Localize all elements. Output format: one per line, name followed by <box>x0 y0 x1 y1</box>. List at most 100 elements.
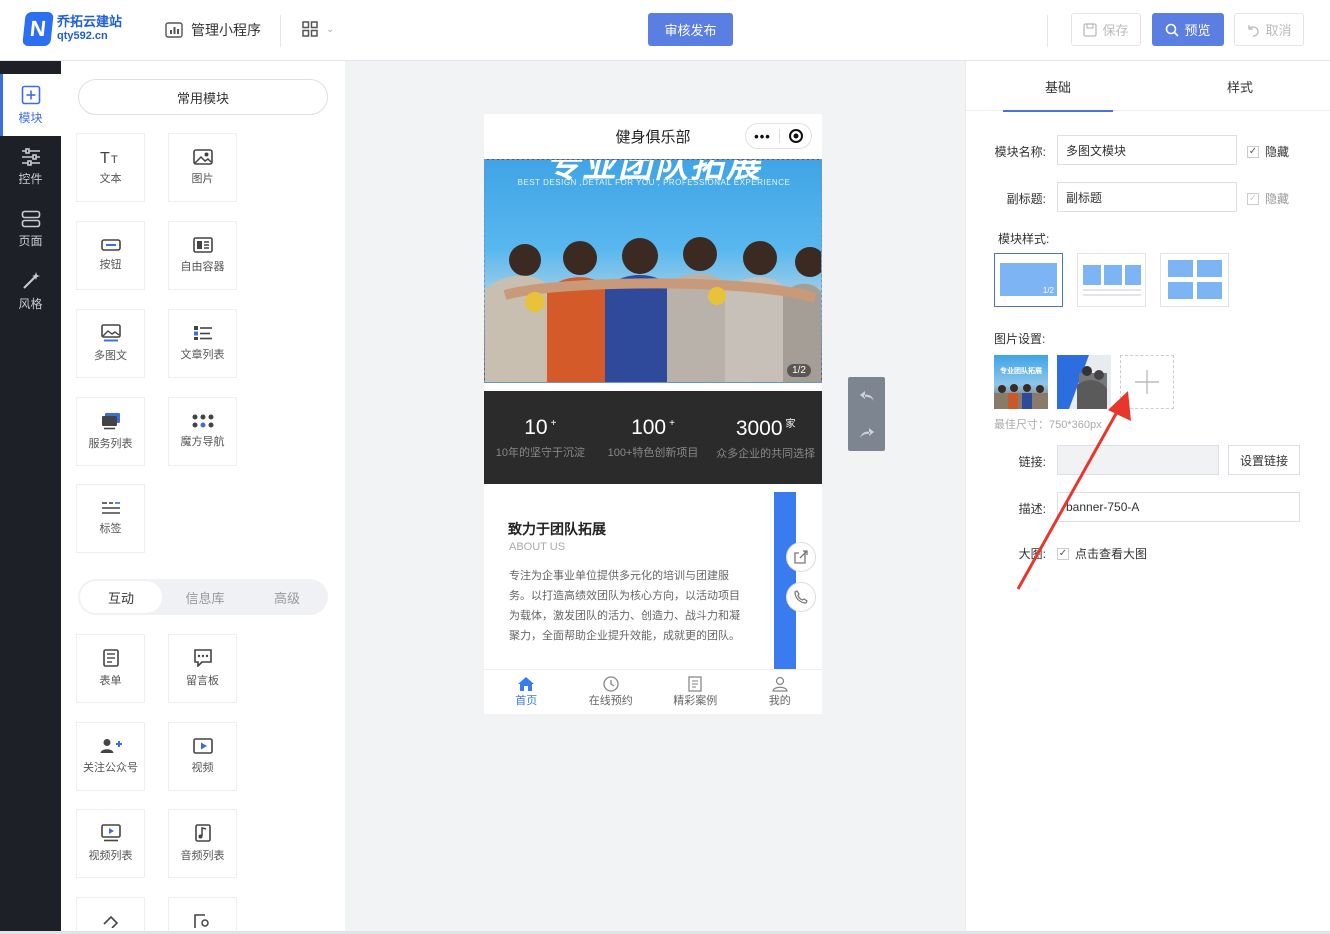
module-form[interactable]: 表单 <box>76 634 145 703</box>
style-option-three-column[interactable] <box>1077 253 1146 307</box>
brand-logo[interactable]: N 乔拓云建站 qty592.cn <box>22 12 123 46</box>
about-title: 致力于团队拓展 <box>508 521 606 537</box>
more-dots-icon[interactable]: ••• <box>746 129 779 144</box>
close-target-icon[interactable] <box>780 128 811 144</box>
svg-text:T: T <box>111 154 118 165</box>
stats-strip: 10 + 10年的坚守于沉淀 100 + 100+特色创新项目 3000 家 众多企业… <box>484 391 822 484</box>
miniprogram-capsule[interactable]: ••• <box>745 123 812 149</box>
image-thumb-2[interactable] <box>1057 355 1111 409</box>
plus-icon <box>1135 370 1159 394</box>
module-cube-nav[interactable]: 魔方导航 <box>168 397 237 466</box>
module-text[interactable]: TT 文本 <box>76 133 145 202</box>
tabbar-item-home[interactable]: 首页 <box>484 670 569 714</box>
undo-redo-panel <box>848 377 885 451</box>
module-partial-2[interactable] <box>168 897 237 934</box>
sliders-icon <box>21 147 40 166</box>
about-blue-strip <box>774 492 796 669</box>
container-icon <box>192 237 213 253</box>
module-service-list[interactable]: 服务列表 <box>76 397 145 466</box>
banner-counter: 1/2 <box>787 364 811 377</box>
preview-button[interactable]: 预览 <box>1152 13 1224 46</box>
share-button[interactable] <box>786 542 816 572</box>
common-modules-header[interactable]: 常用模块 <box>78 79 328 115</box>
svg-text:T: T <box>100 150 110 165</box>
app-window: N 乔拓云建站 qty592.cn 管理小程序 ⌄ 审核发布 保存 预览 取消 <box>0 0 1330 934</box>
add-image-button[interactable] <box>1120 355 1174 409</box>
set-link-button[interactable]: 设置链接 <box>1228 445 1300 475</box>
phone-call-button[interactable] <box>786 582 816 612</box>
app-grid-dropdown[interactable]: ⌄ <box>302 21 334 37</box>
nav-item-style[interactable]: 风格 <box>0 260 61 322</box>
divider <box>280 15 281 47</box>
style-option-single[interactable]: 1/2 <box>994 253 1063 307</box>
tab-style[interactable]: 样式 <box>1185 61 1295 111</box>
about-section[interactable]: 致力于团队拓展 ABOUT US 专注为企事业单位提供多元化的培训与团建服务。以… <box>484 492 822 669</box>
nav-item-pages[interactable]: 页面 <box>0 198 61 260</box>
module-name-input[interactable]: 多图文模块 <box>1057 135 1237 165</box>
module-button[interactable]: 按钮 <box>76 221 145 290</box>
redo-button[interactable] <box>848 414 885 451</box>
nav-item-modules[interactable]: 模块 <box>0 74 61 136</box>
chevron-down-icon: ⌄ <box>326 23 335 35</box>
brand-domain: qty592.cn <box>57 30 108 42</box>
tabbar-item-booking[interactable]: 在线预约 <box>569 670 654 714</box>
module-message-board[interactable]: 留言板 <box>168 634 237 703</box>
phone-preview: 健身俱乐部 ••• 专业团队拓展 BEST DESIGN ,DETAIL FOR… <box>484 114 822 714</box>
tab-basic[interactable]: 基础 <box>1003 61 1113 112</box>
video-icon <box>192 738 213 754</box>
module-free-container[interactable]: 自由容器 <box>168 221 237 290</box>
module-panel: 常用模块 TT 文本 图片 按钮 自由容器 多图文 文章列表 服务列表 魔方导航… <box>61 61 345 934</box>
about-body: 专注为企事业单位提供多元化的培训与团建服务。以打造高绩效团队为核心方向，以活动项… <box>509 570 740 642</box>
undo-button[interactable] <box>848 377 885 414</box>
module-article-list[interactable]: 文章列表 <box>168 309 237 378</box>
share-icon <box>793 550 808 564</box>
submit-publish-button[interactable]: 审核发布 <box>648 13 733 46</box>
description-input[interactable]: banner-750-A <box>1057 492 1300 522</box>
style-option-grid[interactable] <box>1160 253 1229 307</box>
image-thumb-1[interactable]: 专业团队拓展 <box>994 355 1048 409</box>
tag-icon <box>101 502 120 514</box>
module-multi-image-text[interactable]: 多图文 <box>76 309 145 378</box>
redo-arrow-icon <box>859 427 874 438</box>
miniprogram-title: 健身俱乐部 <box>615 129 691 146</box>
stat-item: 3000 家 众多企业的共同选择 <box>709 415 822 461</box>
module-style-label: 模块样式: <box>998 232 1050 246</box>
tabbar-item-mine[interactable]: 我的 <box>738 670 823 714</box>
banner-carousel[interactable]: 专业团队拓展 BEST DESIGN ,DETAIL FOR YOU , PRO… <box>484 159 822 383</box>
document-search-icon <box>193 914 209 928</box>
tab-interactive[interactable]: 互动 <box>80 581 162 613</box>
grid-icon <box>302 21 318 37</box>
hide-module-checkbox[interactable]: ✓ 隐藏 <box>1247 143 1289 160</box>
tab-infobase[interactable]: 信息库 <box>164 588 246 607</box>
module-tag[interactable]: 标签 <box>76 484 145 553</box>
module-image[interactable]: 图片 <box>168 133 237 202</box>
phone-icon <box>794 590 808 604</box>
stat-number: 100 <box>631 415 667 439</box>
module-audio-list[interactable]: 音频列表 <box>168 809 237 878</box>
subtitle-input[interactable]: 副标题 <box>1057 182 1237 212</box>
module-partial-1[interactable] <box>76 897 145 934</box>
team-huddle-image <box>485 237 821 382</box>
module-follow-account[interactable]: 关注公众号 <box>76 722 145 791</box>
module-video-list[interactable]: 视频列表 <box>76 809 145 878</box>
top-bar: N 乔拓云建站 qty592.cn 管理小程序 ⌄ 审核发布 保存 预览 取消 <box>0 0 1330 61</box>
hide-subtitle-checkbox[interactable]: ✓ 隐藏 <box>1247 190 1289 207</box>
team-thumb-image <box>994 384 1048 409</box>
stat-item: 100 + 100+特色创新项目 <box>597 416 710 460</box>
save-button[interactable]: 保存 <box>1071 13 1141 46</box>
big-image-label: 大图: <box>1018 547 1046 561</box>
link-input[interactable] <box>1057 445 1219 475</box>
module-video[interactable]: 视频 <box>168 722 237 791</box>
manage-miniprogram-link[interactable]: 管理小程序 <box>165 20 261 40</box>
module-category-tabs: 互动 信息库 高级 <box>78 579 328 615</box>
cancel-button[interactable]: 取消 <box>1234 13 1304 46</box>
tab-advanced[interactable]: 高级 <box>246 588 328 607</box>
nav-item-controls[interactable]: 控件 <box>0 136 61 198</box>
search-icon <box>1166 23 1180 37</box>
page-stack-icon <box>21 210 40 227</box>
brand-name: 乔拓云建站 <box>57 14 123 29</box>
view-big-image-checkbox[interactable]: ✓ 点击查看大图 <box>1057 545 1147 562</box>
magic-wand-icon <box>22 271 40 289</box>
tabbar-item-cases[interactable]: 精彩案例 <box>653 670 738 714</box>
miniprogram-header: 健身俱乐部 ••• <box>484 114 822 159</box>
